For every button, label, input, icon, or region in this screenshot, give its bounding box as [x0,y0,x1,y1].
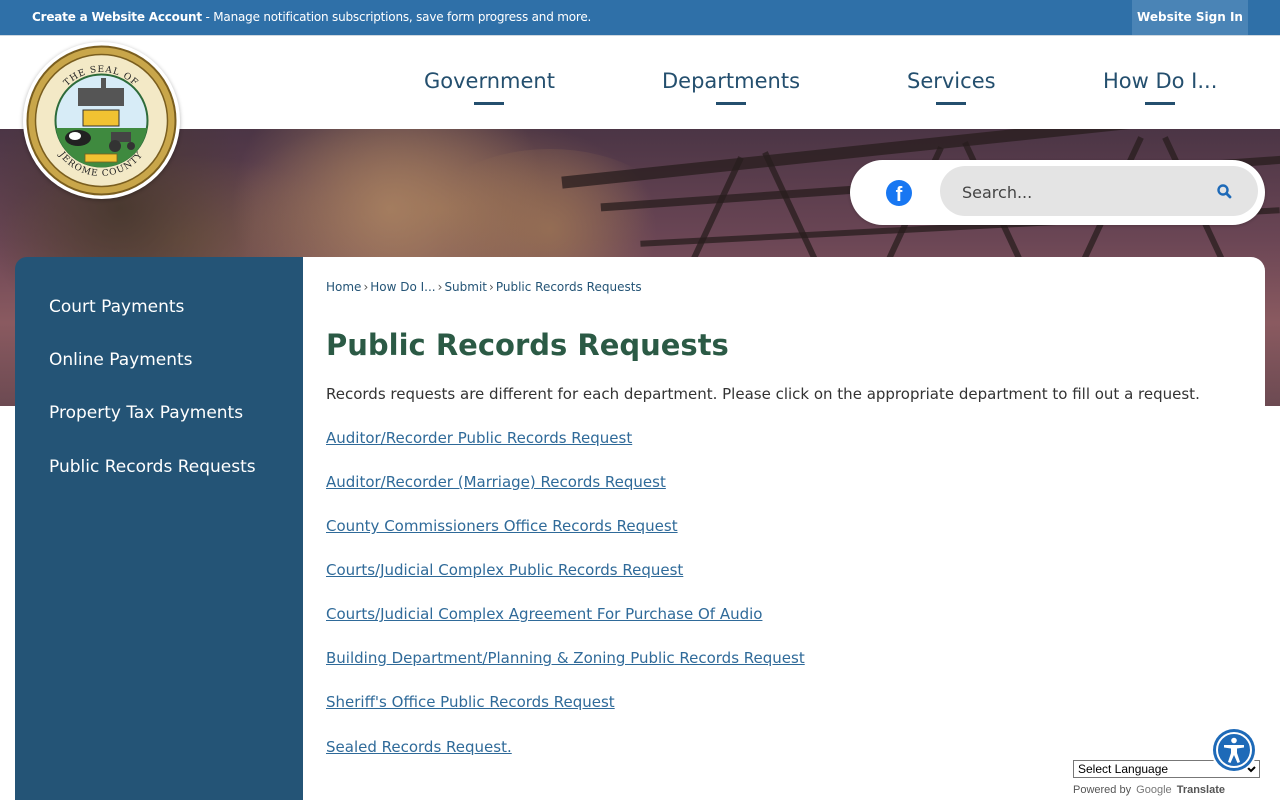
link-building-planning-zoning-records[interactable]: Building Department/Planning & Zoning Pu… [326,649,805,667]
link-county-commissioners-records[interactable]: County Commissioners Office Records Requ… [326,517,678,535]
google-logo-text: Google [1136,784,1172,796]
top-bar: Create a Website Account - Manage notifi… [0,0,1280,36]
nav-departments-label: Departments [662,69,801,93]
create-account-link[interactable]: Create a Website Account [32,10,202,24]
accessibility-icon [1216,732,1252,768]
create-account-description: - Manage notification subscriptions, sav… [201,10,592,24]
search-area: f [850,160,1265,225]
nav-services[interactable]: Services [907,69,996,105]
breadcrumb-current[interactable]: Public Records Requests [496,280,642,294]
page-title: Public Records Requests [326,328,729,362]
link-courts-judicial-audio-agreement[interactable]: Courts/Judicial Complex Agreement For Pu… [326,605,762,623]
link-auditor-recorder-marriage-records[interactable]: Auditor/Recorder (Marriage) Records Requ… [326,473,666,491]
sidebar-item-property-tax-payments[interactable]: Property Tax Payments [49,403,243,423]
link-auditor-recorder-records[interactable]: Auditor/Recorder Public Records Request [326,429,632,447]
website-sign-in-button[interactable]: Website Sign In [1132,0,1248,35]
link-courts-judicial-records[interactable]: Courts/Judicial Complex Public Records R… [326,561,683,579]
nav-underline [936,102,967,105]
accessibility-button[interactable] [1213,729,1255,771]
nav-underline [716,102,747,105]
sidebar-item-public-records-requests[interactable]: Public Records Requests [49,457,256,477]
nav-government[interactable]: Government [424,69,555,105]
powered-by-label: Powered by [1073,784,1132,796]
nav-underline [474,102,505,105]
search-button[interactable] [1215,182,1235,202]
breadcrumb-separator: › [437,280,443,294]
nav-how-do-i-label: How Do I... [1103,69,1218,93]
search-icon [1217,184,1232,199]
sidebar-item-court-payments[interactable]: Court Payments [49,297,184,317]
breadcrumb: Home › How Do I... › Submit › Public Records R… [326,280,642,294]
intro-text: Records requests are different for each … [326,385,1200,403]
powered-by-google-translate: Powered by Google Translate [1073,784,1225,796]
nav-how-do-i[interactable]: How Do I... [1103,69,1218,105]
sidebar-item-online-payments[interactable]: Online Payments [49,350,193,370]
breadcrumb-separator: › [363,280,369,294]
breadcrumb-how-do-i[interactable]: How Do I... [370,280,435,294]
site-header: Government Departments Services How Do I… [0,36,1280,129]
search-input[interactable] [960,178,1214,206]
breadcrumb-submit[interactable]: Submit [444,280,487,294]
link-sheriffs-office-records[interactable]: Sheriff's Office Public Records Request [326,693,615,711]
create-account-message[interactable]: Create a Website Account - Manage notifi… [32,10,591,24]
nav-services-label: Services [907,69,996,93]
main-content: Home › How Do I... › Submit › Public Records R… [303,257,1265,800]
nav-underline [1145,102,1176,105]
breadcrumb-separator: › [489,280,494,294]
link-sealed-records[interactable]: Sealed Records Request. [326,738,512,756]
sidebar-nav: Court Payments Online Payments Property … [15,257,303,800]
breadcrumb-home[interactable]: Home [326,280,361,294]
search-box [940,166,1258,216]
translate-link[interactable]: Translate [1177,784,1225,796]
county-seal-logo[interactable]: THE SEAL OF JEROME COUNTY [23,42,180,199]
nav-government-label: Government [424,69,555,93]
facebook-icon[interactable]: f [886,180,912,206]
nav-departments[interactable]: Departments [662,69,801,105]
